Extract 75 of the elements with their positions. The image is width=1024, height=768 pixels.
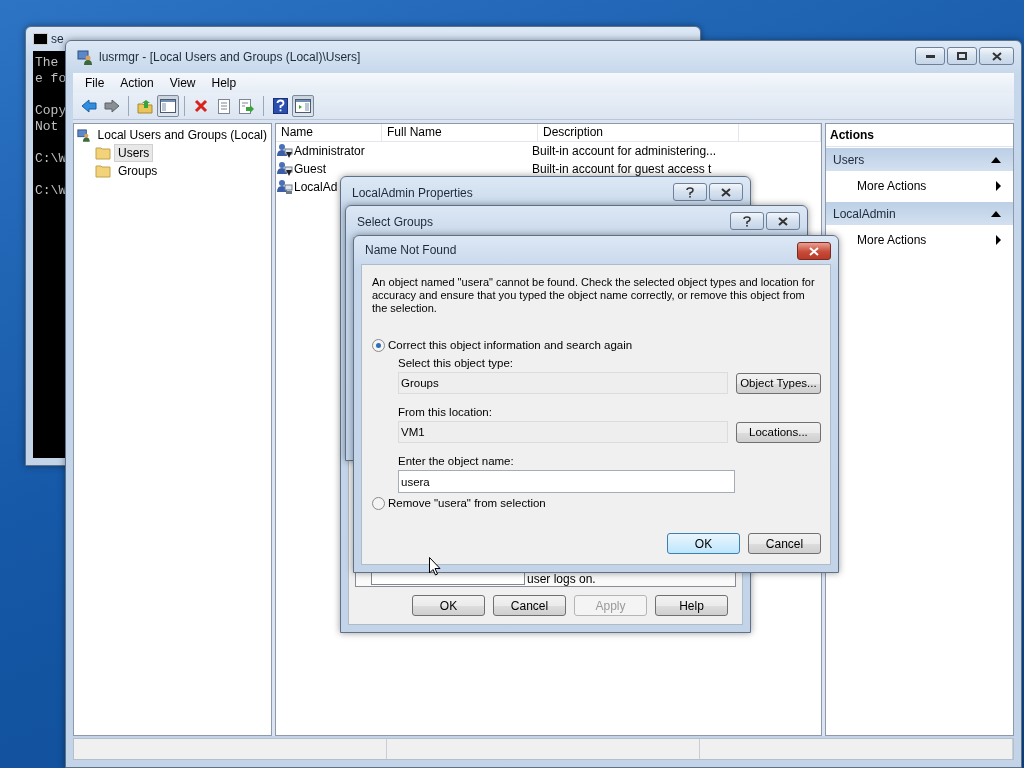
tree-item[interactable]: Local Users and Groups (Local) xyxy=(93,126,271,144)
menu-item[interactable]: View xyxy=(161,76,204,90)
dialog-title: LocalAdmin Properties xyxy=(352,185,473,200)
radio-option[interactable]: Correct this object information and search again xyxy=(372,338,821,353)
help-button[interactable] xyxy=(730,212,764,230)
close-icon xyxy=(721,187,731,197)
dialog-title: Select Groups xyxy=(357,214,434,229)
column-header[interactable]: Name xyxy=(276,124,382,141)
user-name[interactable]: LocalAd xyxy=(294,180,338,194)
question-mark-icon xyxy=(686,186,694,198)
object-name-field[interactable]: usera xyxy=(398,470,735,494)
menu-item[interactable]: Action xyxy=(112,76,162,90)
column-header[interactable]: Description xyxy=(538,124,739,141)
window-pane-icon xyxy=(160,99,176,113)
minimize-button[interactable] xyxy=(915,47,945,65)
window-title: lusrmgr - [Local Users and Groups (Local)\Users] xyxy=(99,50,361,64)
document-icon xyxy=(217,98,231,114)
dialog-button[interactable]: Cancel xyxy=(493,595,566,616)
console-line: e fo xyxy=(35,71,67,87)
toggle-tree-button[interactable] xyxy=(157,95,179,117)
close-button[interactable] xyxy=(797,242,831,260)
message-text: An object named "usera" cannot be found. Check the selected object types and location for accuracy and ensure that you typed the object name correctly, or remove this object from the selection. xyxy=(372,276,816,315)
radio-option[interactable]: Remove "usera" from selection xyxy=(372,496,821,510)
console-line: Not xyxy=(35,119,59,135)
dialog-button[interactable]: Cancel xyxy=(748,533,821,554)
description-text: user logs on. xyxy=(527,573,596,585)
arrow-left-icon xyxy=(81,99,97,113)
console-icon xyxy=(33,33,48,45)
folder-icon xyxy=(95,164,111,178)
dialog-button[interactable]: OK xyxy=(412,595,485,616)
table-cell-text: Built-in account for administering... xyxy=(531,144,717,158)
close-button[interactable] xyxy=(979,47,1014,65)
table-cell-text: Built-in account for guest access t xyxy=(531,162,712,176)
console-line: Copy xyxy=(35,103,67,119)
question-mark-icon xyxy=(743,215,751,227)
close-button[interactable] xyxy=(766,212,800,230)
dialog-button[interactable]: OK xyxy=(667,533,740,554)
close-icon xyxy=(991,51,1002,61)
dialog-title: Name Not Found xyxy=(365,243,457,257)
column-header[interactable]: Full Name xyxy=(382,124,538,141)
caret-right-icon xyxy=(996,235,1001,245)
help-icon xyxy=(272,98,288,114)
arrow-right-icon xyxy=(104,99,120,113)
dialog-button[interactable]: Help xyxy=(655,595,728,616)
locations-button[interactable]: Locations... xyxy=(735,421,821,443)
object-types-button[interactable]: Object Types... xyxy=(735,372,821,394)
console-line: The xyxy=(35,55,59,71)
close-icon xyxy=(778,216,788,226)
minimize-icon xyxy=(925,54,935,58)
field-label: From this location: xyxy=(398,405,493,420)
computer-users-icon xyxy=(77,49,93,65)
menu-item[interactable]: File xyxy=(77,76,113,90)
close-icon xyxy=(809,246,819,256)
delete-icon xyxy=(194,99,208,113)
computer-users-icon xyxy=(77,127,91,143)
maximize-icon xyxy=(957,52,967,60)
field-label: Select this object type: xyxy=(398,356,515,371)
field-label: Enter the object name: xyxy=(398,454,515,469)
maximize-button[interactable] xyxy=(947,47,977,65)
caret-right-icon xyxy=(996,181,1001,191)
window-pane-icon xyxy=(295,99,311,113)
toggle-pane-button[interactable] xyxy=(292,95,314,117)
menu-item[interactable]: Help xyxy=(203,76,245,90)
object-type-field: Groups xyxy=(398,372,728,395)
window-title: se xyxy=(51,32,64,46)
section-header[interactable]: LocalAdmin xyxy=(826,201,1013,225)
close-button[interactable] xyxy=(709,183,743,201)
help-button[interactable] xyxy=(673,183,707,201)
folder-icon xyxy=(95,146,111,160)
location-field: VM1 xyxy=(398,421,728,444)
section-header[interactable]: Users xyxy=(826,147,1013,171)
tree-item[interactable]: Groups xyxy=(114,162,162,180)
export-icon xyxy=(239,98,255,114)
tree-item[interactable]: Users xyxy=(114,144,154,162)
folder-up-icon xyxy=(137,98,153,114)
